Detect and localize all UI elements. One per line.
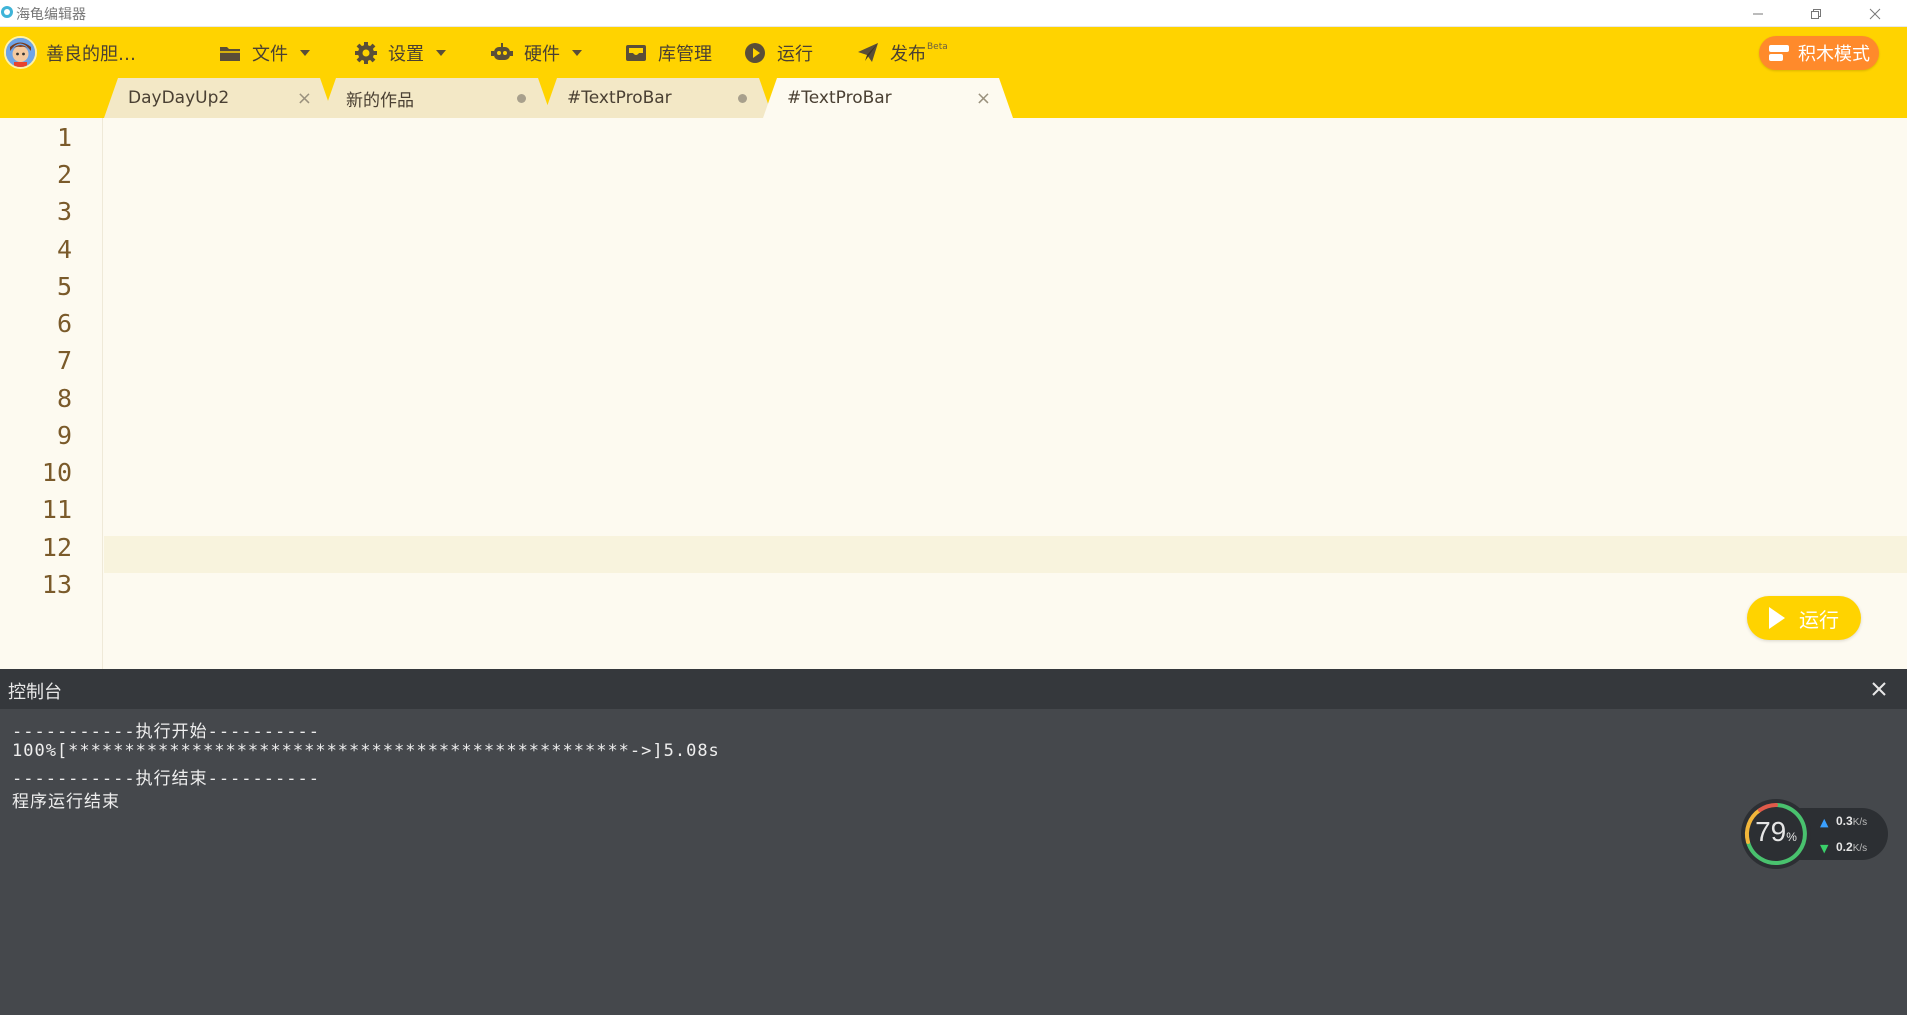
folder-icon bbox=[220, 46, 240, 61]
menu-file-label: 文件 bbox=[252, 43, 288, 65]
menu-run[interactable]: 运行 bbox=[743, 27, 813, 78]
line-number: 4 bbox=[56, 235, 72, 264]
inbox-icon bbox=[626, 44, 646, 61]
menu-hardware[interactable]: 硬件 bbox=[490, 27, 582, 78]
chevron-down-icon bbox=[572, 49, 582, 56]
performance-widget[interactable]: 79% ▲ ▼ 0.3K/s 0.2K/s bbox=[1740, 798, 1888, 870]
line-number: 8 bbox=[56, 384, 72, 413]
chevron-down-icon bbox=[436, 49, 446, 56]
play-icon bbox=[1769, 607, 1785, 629]
console-line: 程序运行结束 bbox=[12, 792, 120, 812]
gear-icon bbox=[355, 41, 377, 64]
console-line: -----------执行开始---------- bbox=[12, 722, 320, 742]
run-button-label: 运行 bbox=[1799, 607, 1839, 632]
menu-settings[interactable]: 设置 bbox=[354, 27, 446, 78]
close-window-button[interactable] bbox=[1852, 0, 1898, 27]
console-line: -----------执行结束---------- bbox=[12, 769, 320, 789]
close-icon bbox=[1869, 8, 1881, 19]
user-name: 善良的胆… bbox=[46, 43, 136, 65]
beta-badge: Beta bbox=[927, 41, 948, 52]
menu-run-label: 运行 bbox=[777, 43, 813, 65]
line-number: 5 bbox=[56, 272, 72, 301]
line-number: 13 bbox=[41, 570, 72, 599]
avatar[interactable] bbox=[4, 36, 37, 69]
arrow-up-icon: ▲ bbox=[1820, 816, 1829, 829]
console-title: 控制台 bbox=[8, 682, 62, 703]
arrow-down-icon: ▼ bbox=[1820, 842, 1829, 855]
tab-label: #TextProBar bbox=[787, 88, 892, 108]
cpu-percent-unit: % bbox=[1786, 830, 1797, 844]
minimize-icon bbox=[1753, 13, 1763, 14]
unsaved-dot-icon[interactable] bbox=[738, 94, 747, 103]
menu-library-label: 库管理 bbox=[658, 43, 712, 65]
download-speed: 0.2K/s bbox=[1836, 840, 1867, 854]
menu-file[interactable]: 文件 bbox=[218, 27, 310, 78]
tab-textprobar-1[interactable]: #TextProBar bbox=[543, 78, 773, 118]
chevron-down-icon bbox=[300, 49, 310, 56]
user-avatar-icon bbox=[6, 38, 35, 67]
restore-icon bbox=[1811, 8, 1821, 19]
close-tab-icon[interactable]: × bbox=[297, 88, 312, 109]
user-menu[interactable]: 善良的胆… bbox=[46, 27, 160, 78]
unsaved-dot-icon[interactable] bbox=[517, 94, 526, 103]
code-editor[interactable]: 1 2 3 4 5 6 7 8 9 10 11 12 13 运行 bbox=[0, 118, 1907, 669]
block-mode-button[interactable]: 积木模式 bbox=[1759, 36, 1879, 70]
console-line: 100%[***********************************… bbox=[12, 741, 720, 761]
restore-button[interactable] bbox=[1793, 0, 1839, 27]
close-tab-icon[interactable]: × bbox=[976, 88, 991, 109]
minimize-button[interactable] bbox=[1735, 0, 1781, 27]
line-number: 7 bbox=[56, 346, 72, 375]
run-button[interactable]: 运行 bbox=[1747, 596, 1861, 640]
line-number: 1 bbox=[56, 123, 72, 152]
play-circle-icon bbox=[745, 42, 765, 63]
menu-publish-label: 发布 bbox=[890, 43, 926, 65]
line-number: 10 bbox=[41, 458, 72, 487]
close-console-button[interactable] bbox=[1871, 675, 1887, 703]
paper-plane-icon bbox=[858, 42, 878, 62]
turtle-logo-icon bbox=[1, 6, 13, 18]
blocks-icon bbox=[1769, 45, 1789, 61]
menu-hardware-label: 硬件 bbox=[524, 43, 560, 65]
title-bar: 海龟编辑器 bbox=[0, 0, 1907, 27]
tab-textprobar-active[interactable]: #TextProBar × bbox=[763, 78, 1013, 118]
speed-unit: K/s bbox=[1852, 843, 1868, 854]
menu-publish[interactable]: 发布 Beta bbox=[856, 27, 948, 78]
tab-label: 新的作品 bbox=[346, 90, 414, 111]
tab-label: DayDayUp2 bbox=[128, 88, 230, 108]
block-mode-label: 积木模式 bbox=[1798, 44, 1870, 65]
tab-daydayup2[interactable]: DayDayUp2 × bbox=[104, 78, 334, 118]
robot-icon bbox=[491, 42, 513, 60]
line-number: 2 bbox=[56, 160, 72, 189]
line-number: 9 bbox=[56, 421, 72, 450]
current-line-highlight bbox=[104, 536, 1907, 573]
tab-label: #TextProBar bbox=[567, 88, 672, 108]
console-header: 控制台 bbox=[0, 669, 1907, 709]
menu-bar: 善良的胆… 文件 设置 硬件 库管理 运行 发布 Beta 积木模式 bbox=[0, 27, 1907, 78]
console-output[interactable]: -----------执行开始---------- 100%[*********… bbox=[0, 709, 1907, 1015]
cpu-percent: 79% bbox=[1740, 816, 1812, 848]
tab-strip: DayDayUp2 × 新的作品 #TextProBar #TextProBar… bbox=[0, 78, 1907, 118]
window-title: 海龟编辑器 bbox=[16, 7, 86, 23]
line-number: 11 bbox=[41, 495, 72, 524]
close-icon bbox=[1872, 682, 1886, 696]
menu-library[interactable]: 库管理 bbox=[624, 27, 712, 78]
download-speed-value: 0.2 bbox=[1836, 840, 1853, 854]
tab-new-work[interactable]: 新的作品 bbox=[322, 78, 552, 118]
menu-settings-label: 设置 bbox=[388, 43, 424, 65]
line-number: 12 bbox=[41, 533, 72, 562]
line-number: 3 bbox=[56, 197, 72, 226]
upload-speed-value: 0.3 bbox=[1836, 814, 1853, 828]
speed-unit: K/s bbox=[1852, 817, 1868, 828]
upload-speed: 0.3K/s bbox=[1836, 814, 1867, 828]
line-number: 6 bbox=[56, 309, 72, 338]
cpu-percent-value: 79 bbox=[1755, 816, 1787, 847]
